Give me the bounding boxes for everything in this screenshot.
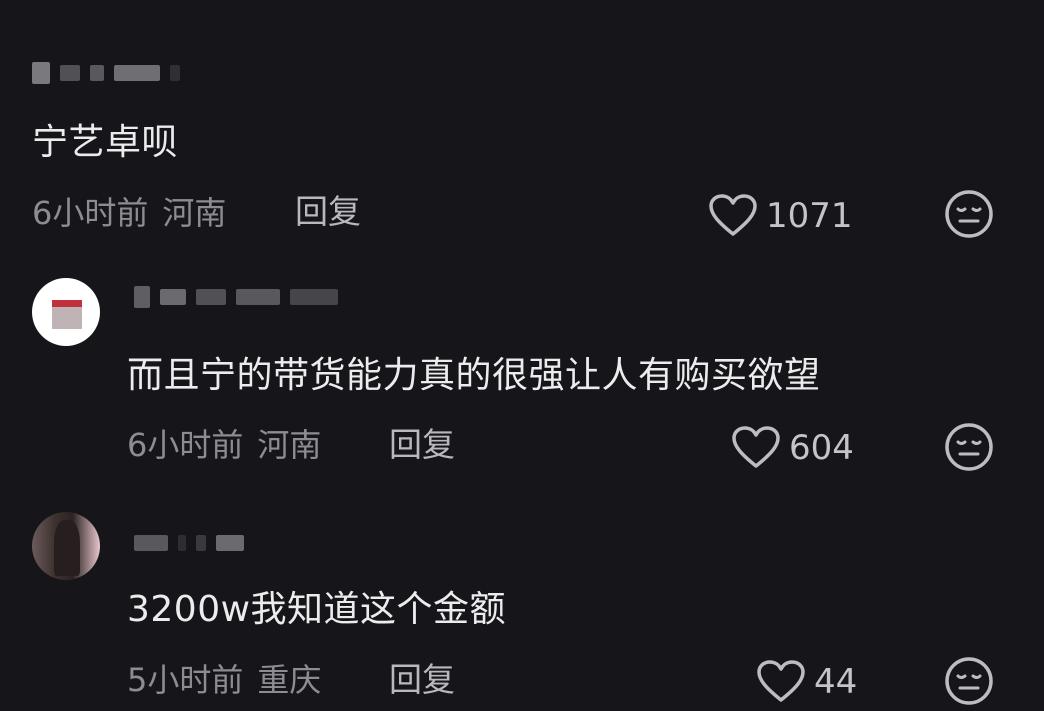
comment-text: 3200w我知道这个金额 (127, 589, 507, 630)
like-button[interactable]: 1071 (708, 194, 853, 238)
heart-outline-icon (757, 660, 805, 702)
username-blurred[interactable] (32, 62, 180, 84)
comment-time: 6小时前 (127, 426, 244, 464)
reply-button[interactable]: 回复 (389, 425, 455, 465)
reply-button[interactable]: 回复 (389, 660, 455, 700)
comment-location: 河南 (162, 194, 227, 232)
comment-meta: 6小时前 河南 (127, 425, 321, 465)
like-button[interactable]: 44 (756, 660, 857, 704)
heart-outline-icon (709, 194, 757, 236)
reply-button[interactable]: 回复 (295, 192, 361, 232)
comment-meta: 5小时前 重庆 (127, 660, 321, 700)
comment-meta: 6小时前 河南 (32, 193, 226, 233)
username-blurred[interactable] (134, 532, 244, 554)
avatar[interactable] (32, 512, 100, 580)
comment-time: 6小时前 (32, 194, 149, 232)
heart-outline-icon (732, 426, 780, 468)
expressionless-face-icon[interactable] (944, 189, 994, 239)
comment-text: 而且宁的带货能力真的很强让人有购买欲望 (127, 355, 821, 396)
comment-text: 宁艺卓呗 (32, 122, 179, 163)
avatar[interactable] (32, 278, 100, 346)
like-count: 1071 (766, 196, 853, 236)
expressionless-face-icon[interactable] (944, 422, 994, 472)
username-blurred[interactable] (134, 286, 338, 308)
like-count: 604 (789, 428, 854, 468)
comment-location: 河南 (257, 426, 322, 464)
comment-location: 重庆 (257, 661, 322, 699)
expressionless-face-icon[interactable] (944, 656, 994, 706)
like-button[interactable]: 604 (731, 426, 854, 470)
comment-time: 5小时前 (127, 661, 244, 699)
like-count: 44 (814, 662, 858, 702)
